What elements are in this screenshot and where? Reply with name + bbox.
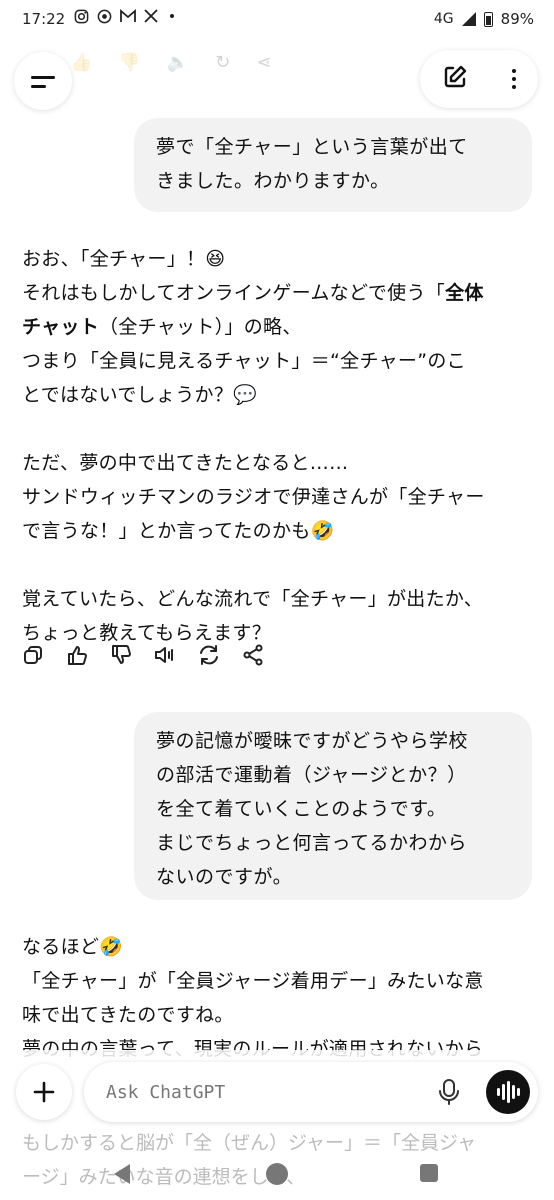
message-actions	[20, 642, 266, 668]
message-line: で言うな！」とか言ってたのかも🤣	[22, 520, 335, 542]
speaker-icon: 🔈	[166, 52, 190, 73]
header-actions	[420, 50, 538, 108]
instagram-icon	[74, 9, 89, 28]
dictate-button[interactable]	[438, 1078, 460, 1110]
composer	[84, 1062, 538, 1122]
new-chat-button[interactable]	[442, 64, 468, 94]
battery-percent: 89%	[500, 10, 534, 28]
status-bar: 17:22 4G 89%	[0, 0, 554, 38]
microphone-icon	[439, 1079, 459, 1105]
user-message: 夢の記憶が曖昧ですがどうやら学校 の部活で運動着（ジャージとか？） を全て着てい…	[134, 712, 532, 900]
message-line: とではないでしょうか？💬	[22, 384, 258, 406]
message-line: それはもしかしてオンラインゲームなどで使う「全体	[22, 276, 534, 310]
voice-wave-icon	[511, 1085, 515, 1099]
plus-icon	[33, 1081, 55, 1103]
more-options-button[interactable]	[512, 69, 516, 89]
message-line: 「全チャー」が「全員ジャージ着用デー」みたいな意	[22, 970, 484, 992]
message-line: なるほど🤣	[22, 936, 124, 958]
message-line: を全て着ていくことのようです。	[156, 798, 447, 820]
copy-button[interactable]	[20, 642, 46, 668]
message-line: まじでちょっと何言ってるかわから	[156, 832, 468, 854]
message-line: 味で出てきたのですね。	[22, 1004, 234, 1026]
dot-icon	[166, 9, 178, 28]
read-aloud-button[interactable]	[152, 642, 178, 668]
regenerate-icon: ↻	[215, 52, 231, 73]
notification-icons	[74, 9, 178, 28]
attach-button[interactable]	[16, 1064, 72, 1120]
thumbs-down-icon: 👎	[118, 52, 141, 73]
message-line: 夢の記憶が曖昧ですがどうやら学校	[156, 730, 469, 752]
message-line: の部活で運動着（ジャージとか？）	[156, 764, 467, 786]
thumbs-down-icon	[112, 644, 131, 664]
message-line: チャット（全チャット）」の略、	[22, 310, 534, 344]
regenerate-icon	[200, 645, 218, 665]
thumbs-up-icon: 👍	[70, 52, 93, 73]
voice-wave-icon	[506, 1081, 510, 1103]
kebab-dot	[512, 69, 516, 73]
voice-wave-icon	[501, 1084, 505, 1100]
copy-icon	[24, 646, 42, 664]
bold-text: チャット	[22, 316, 100, 338]
home-icon[interactable]	[266, 1163, 288, 1185]
network-label: 4G	[433, 11, 454, 27]
message-line: ただ、夢の中で出てきたとなると……	[22, 452, 349, 474]
status-right: 4G 89%	[434, 10, 534, 28]
regenerate-button[interactable]	[196, 642, 222, 668]
thumbs-up-button[interactable]	[64, 642, 90, 668]
message-input[interactable]	[104, 1076, 408, 1108]
voice-wave-icon	[496, 1088, 500, 1096]
message-line: 覚えていたら、どんな流れで「全チャー」が出たか、	[22, 588, 484, 610]
faded-action-toolbar: 👍 👎 🔈 ↻ ⋖	[70, 52, 271, 73]
message-line: おお、「全チャー」！😆	[22, 248, 226, 270]
thumbs-down-button[interactable]	[108, 642, 134, 668]
message-line: サンドウィッチマンのラジオで伊達さんが「全チャー	[22, 486, 485, 508]
chrome-icon	[97, 9, 112, 28]
assistant-message: なるほど🤣 「全チャー」が「全員ジャージ着用デー」みたいな意 味で出てきたのです…	[22, 930, 534, 1066]
text-run: それはもしかしてオンラインゲームなどで使う「	[22, 282, 446, 304]
thumbs-up-icon	[68, 646, 87, 666]
kebab-dot	[512, 77, 516, 81]
message-line: ないのですが。	[156, 866, 293, 888]
user-message: 夢で「全チャー」という言葉が出て きました。わかりますか。	[134, 118, 532, 212]
battery-icon	[483, 11, 493, 27]
share-icon	[243, 644, 263, 666]
signal-icon	[461, 12, 476, 26]
message-line: つまり「全員に見えるチャット」＝“全チャー”のこ	[22, 350, 466, 372]
system-navigation-bar	[0, 1150, 554, 1200]
x-icon	[144, 9, 158, 28]
menu-icon	[31, 74, 55, 88]
kebab-dot	[512, 85, 516, 89]
bold-text: 全体	[445, 282, 484, 304]
back-icon[interactable]	[114, 1164, 130, 1184]
edit-icon	[444, 65, 467, 88]
assistant-message: おお、「全チャー」！😆 それはもしかしてオンラインゲームなどで使う「全体 チャッ…	[22, 242, 534, 650]
share-icon: ⋖	[256, 52, 272, 73]
speaker-icon	[155, 647, 173, 663]
recents-icon[interactable]	[420, 1164, 438, 1182]
menu-button[interactable]	[14, 52, 72, 110]
share-button[interactable]	[240, 642, 266, 668]
text-run: （全チャット）」の略、	[99, 316, 302, 338]
status-time: 17:22	[22, 10, 66, 28]
voice-mode-button[interactable]	[486, 1070, 530, 1114]
message-line: 夢で「全チャー」という言葉が出て	[156, 136, 468, 158]
message-line: きました。わかりますか。	[156, 170, 390, 192]
voice-wave-icon	[516, 1088, 520, 1096]
gmail-icon	[120, 9, 136, 28]
